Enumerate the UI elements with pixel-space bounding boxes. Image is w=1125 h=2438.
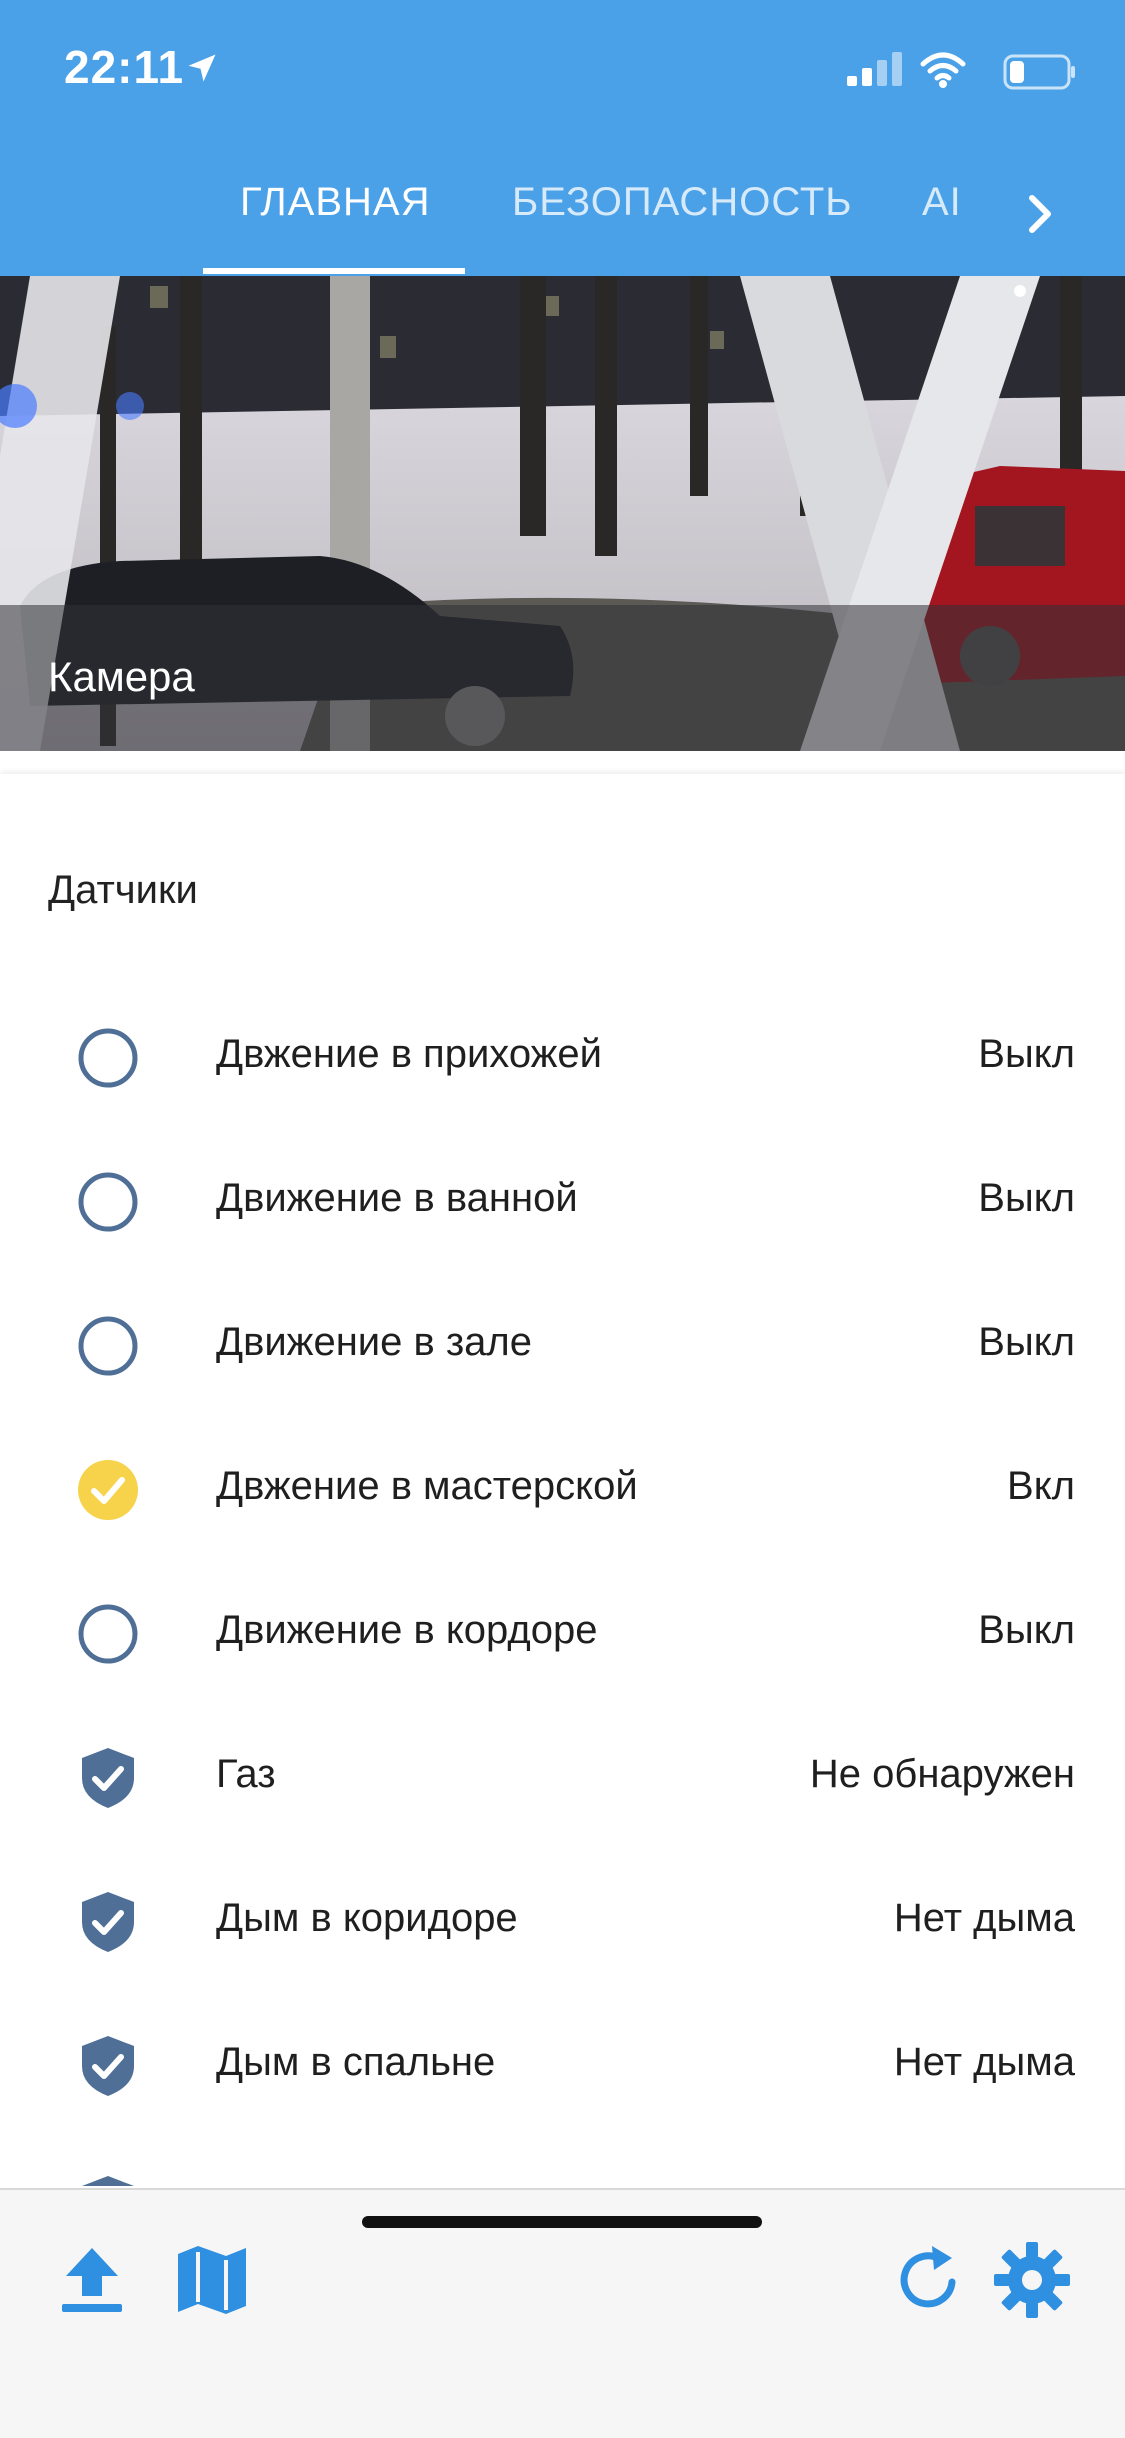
- circle-outline-icon: [78, 1172, 138, 1232]
- tab-main[interactable]: ГЛАВНАЯ: [240, 180, 430, 225]
- home-indicator: [362, 2216, 762, 2228]
- shield-check-icon: [82, 2036, 134, 2096]
- sensor-value: Выкл: [978, 1320, 1075, 1364]
- circle-outline-icon: [78, 1604, 138, 1664]
- status-indicators: [847, 48, 1077, 92]
- upload-icon[interactable]: [52, 2240, 132, 2320]
- wifi-icon: [920, 52, 966, 88]
- sensor-row[interactable]: Газ Не обнаружен: [0, 1706, 1125, 1850]
- sensor-label: Газ: [216, 1752, 276, 1796]
- camera-title: Камера: [48, 653, 195, 700]
- sensor-label: Движение в кордоре: [216, 1608, 598, 1652]
- sensors-card: Датчики Двжение в прихожей Выкл Движение…: [0, 774, 1125, 2188]
- sensor-value: Выкл: [978, 1176, 1075, 1220]
- sensor-row[interactable]: Двжение в прихожей Выкл: [0, 986, 1125, 1130]
- refresh-icon[interactable]: [890, 2240, 970, 2320]
- battery-icon: [1003, 54, 1075, 90]
- sensor-row[interactable]: Движение в кордоре Выкл: [0, 1562, 1125, 1706]
- circle-outline-icon: [78, 1316, 138, 1376]
- active-tab-indicator: [203, 268, 465, 274]
- sensor-row[interactable]: Дым в спальне Нет дыма: [0, 1994, 1125, 2138]
- sensor-value: Вкл: [1007, 1464, 1075, 1508]
- check-circle-icon: [78, 1460, 138, 1520]
- tab-ai[interactable]: AI: [922, 180, 962, 225]
- circle-outline-icon: [78, 1028, 138, 1088]
- sensor-label: Двжение в прихожей: [216, 1032, 602, 1076]
- sensor-row[interactable]: Дым в коридоре Нет дыма: [0, 1850, 1125, 1994]
- camera-tile[interactable]: Камера: [0, 276, 1125, 751]
- sensor-value: Выкл: [978, 1032, 1075, 1076]
- sensor-row[interactable]: Движение в ванной Выкл: [0, 1130, 1125, 1274]
- sensor-label: Дым в коридоре: [216, 1896, 518, 1940]
- cellular-signal-icon: [847, 52, 902, 86]
- sensor-label: Дым в спальне: [216, 2040, 496, 2084]
- sensors-title: Датчики: [48, 868, 198, 912]
- camera-caption: Камера: [0, 605, 1125, 751]
- sensor-value: Выкл: [978, 1608, 1075, 1652]
- shield-check-icon: [82, 2176, 134, 2186]
- status-time: 22:11: [64, 41, 185, 93]
- sensor-row[interactable]: Движение в зале Выкл: [0, 1274, 1125, 1418]
- sensor-label: Движение в ванной: [216, 1176, 578, 1220]
- sensor-value: Не обнаружен: [809, 1752, 1075, 1796]
- sensor-label: Движение в зале: [216, 1320, 533, 1364]
- tab-security[interactable]: БЕЗОПАСНОСТЬ: [512, 180, 853, 225]
- sensor-label: Двжение в мастерской: [216, 1464, 638, 1508]
- shield-check-icon: [82, 1748, 134, 1808]
- location-arrow-icon: [188, 54, 216, 82]
- sensor-value: Нет дыма: [893, 1896, 1075, 1940]
- map-icon[interactable]: [172, 2240, 252, 2320]
- sensor-row[interactable]: Двжение в мастерской Вкл: [0, 1418, 1125, 1562]
- shield-check-icon: [82, 1892, 134, 1952]
- chevron-right-icon[interactable]: [1020, 184, 1064, 244]
- gear-icon[interactable]: [992, 2240, 1072, 2320]
- app-header: 22:11 ГЛАВНАЯ БЕЗОПАСНОСТЬ AI: [0, 0, 1125, 276]
- tab-bar: ГЛАВНАЯ БЕЗОПАСНОСТЬ AI: [0, 160, 1125, 276]
- sensor-value: Нет дыма: [893, 2040, 1075, 2084]
